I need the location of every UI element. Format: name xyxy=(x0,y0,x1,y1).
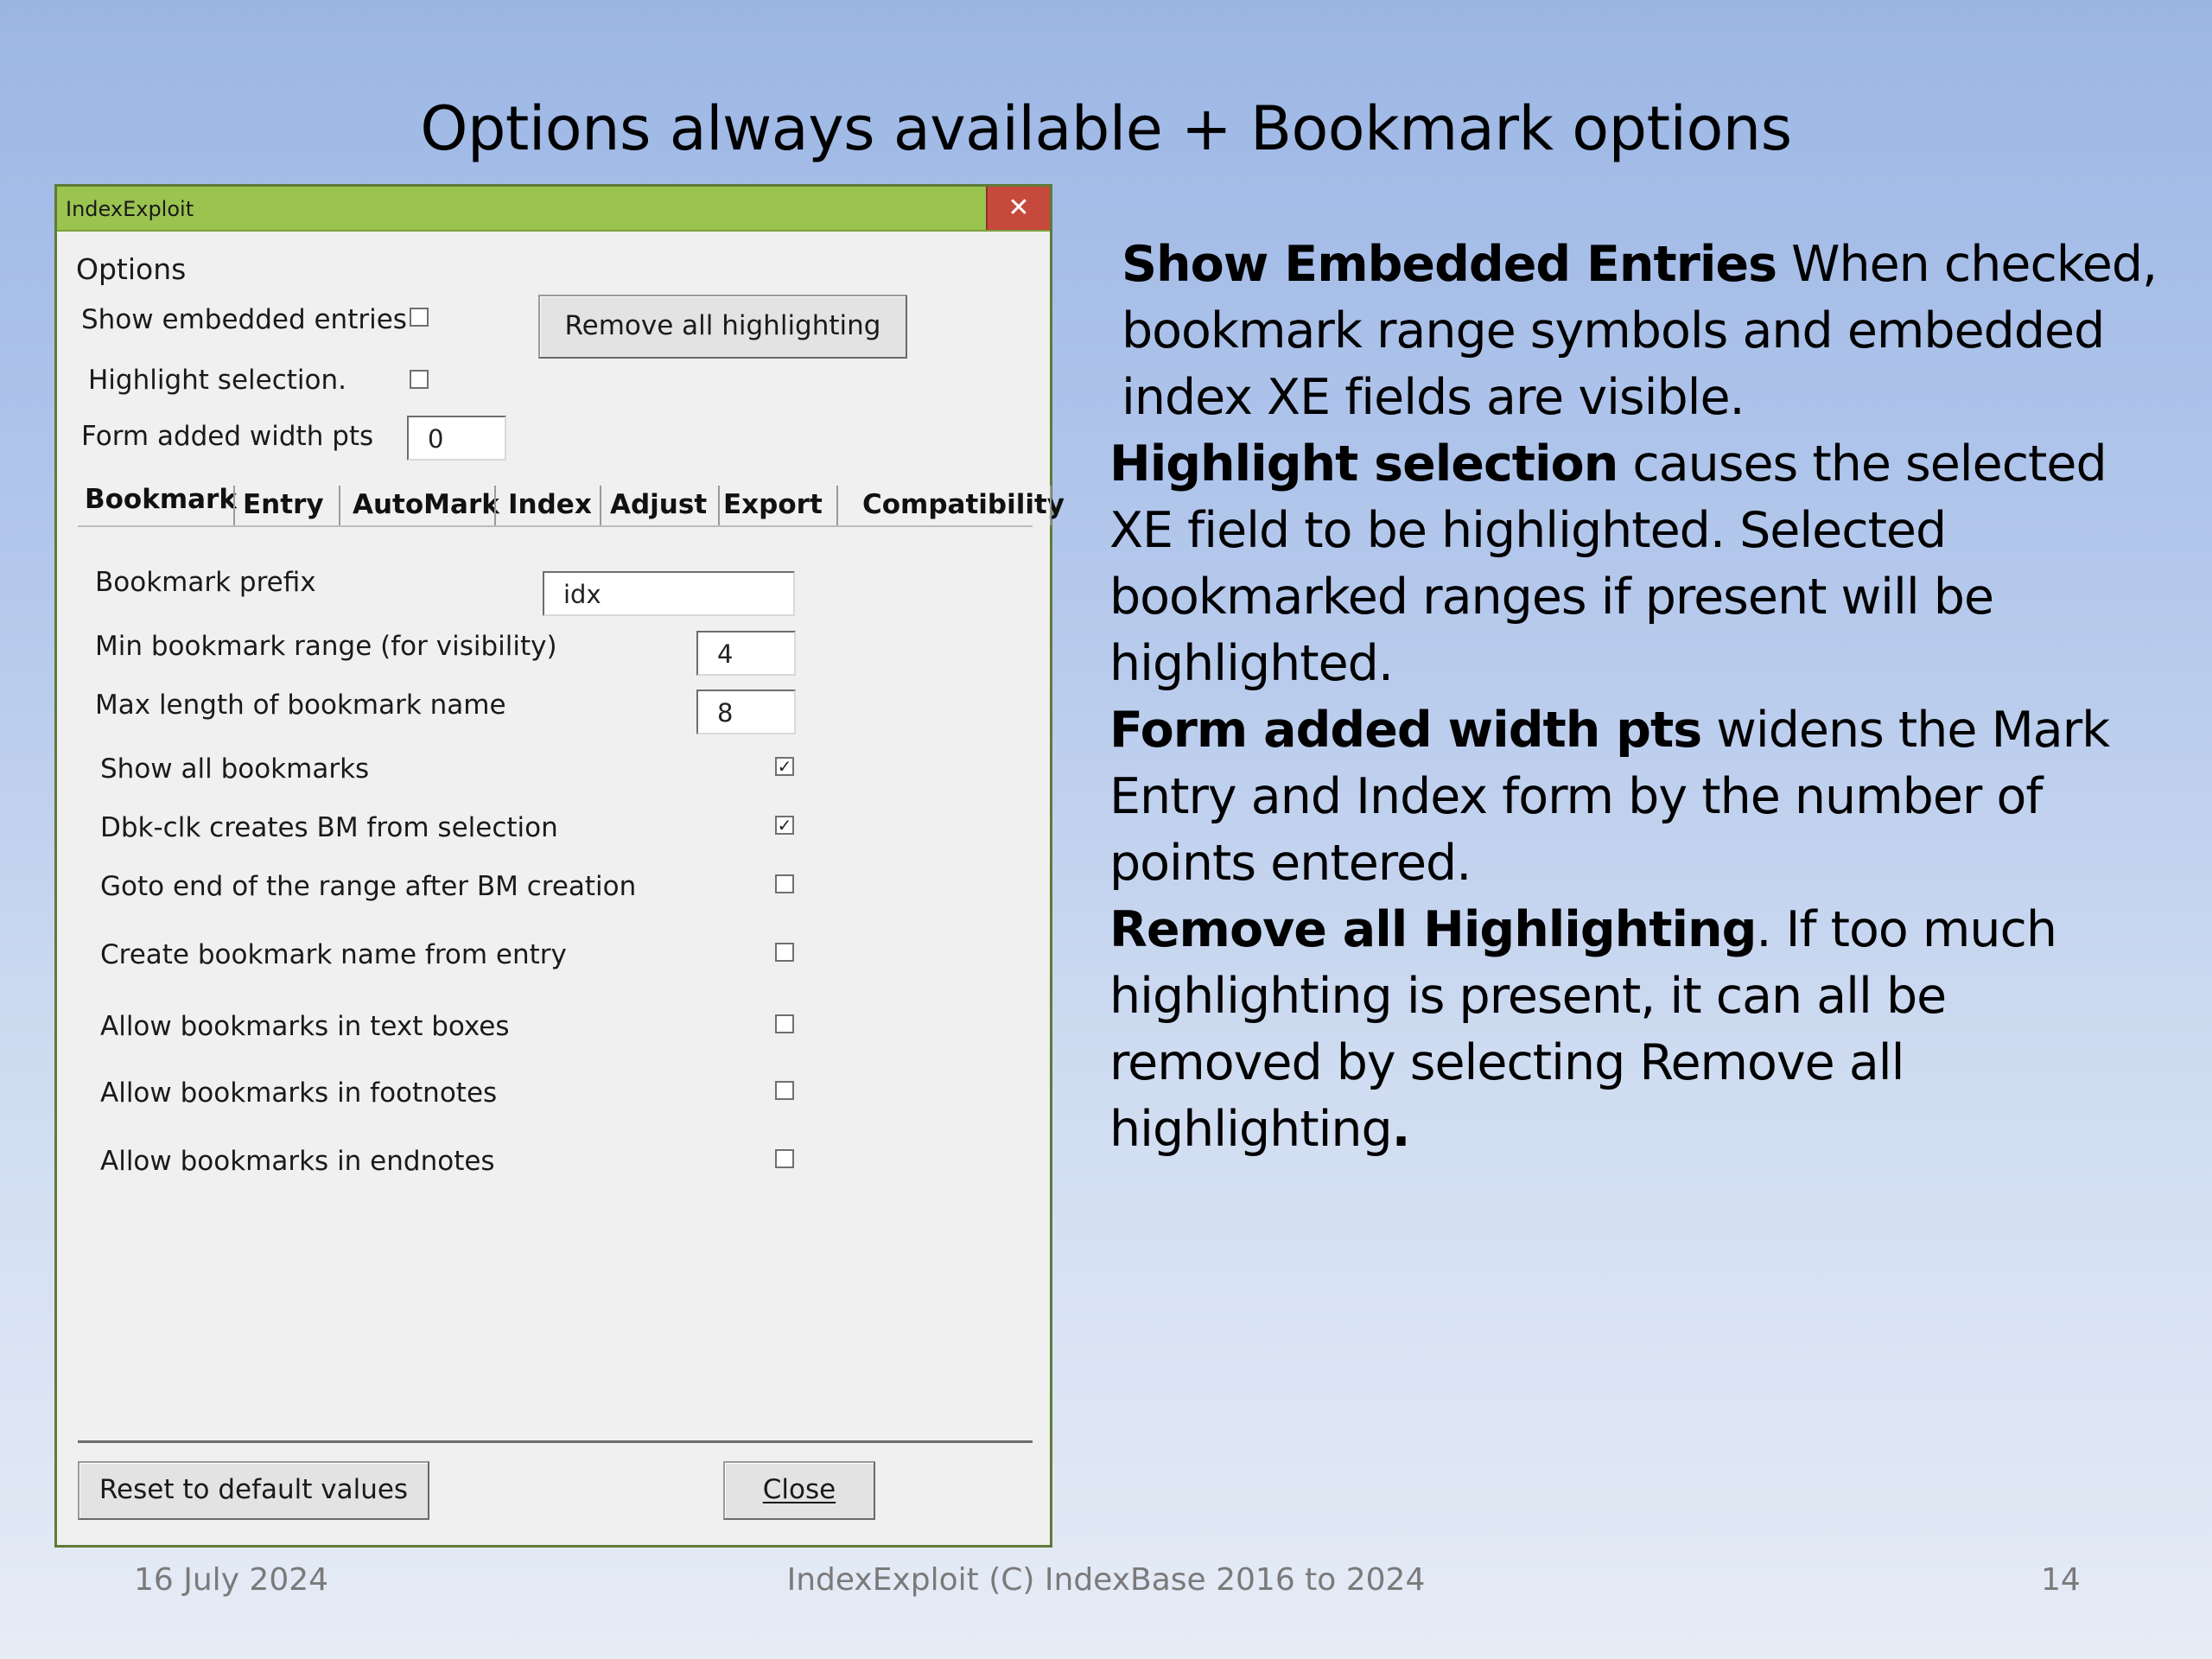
description-highlight-selection: Highlight selection causes the selected … xyxy=(1109,435,2107,692)
show-all-bookmarks-checkbox[interactable]: ✓ xyxy=(775,757,794,776)
indexexploit-dialog: IndexExploit ✕ Options Show embedded ent… xyxy=(54,184,1065,1548)
term-highlight-selection: Highlight selection xyxy=(1109,435,1618,493)
close-icon[interactable]: ✕ xyxy=(986,187,1050,230)
endnotes-checkbox[interactable] xyxy=(775,1149,794,1168)
check-label-dbk-clk: Dbk-clk creates BM from selection xyxy=(100,812,558,843)
description-form-width: Form added width pts widens the Mark Ent… xyxy=(1109,702,2110,892)
min-range-input[interactable]: 4 xyxy=(696,631,796,676)
term-form-width: Form added width pts xyxy=(1109,702,1702,759)
tab-index[interactable]: Index xyxy=(508,480,592,527)
goto-end-checkbox[interactable] xyxy=(775,874,794,893)
slide-title: Options always available + Bookmark opti… xyxy=(420,93,1792,164)
dbk-clk-checkbox[interactable]: ✓ xyxy=(775,816,794,835)
check-label-endnotes: Allow bookmarks in endnotes xyxy=(100,1146,495,1177)
tab-separator xyxy=(339,486,340,525)
show-embedded-checkbox[interactable] xyxy=(410,308,429,327)
description-remove-highlighting: Remove all Highlighting. If too much hig… xyxy=(1109,901,2057,1158)
reset-defaults-button[interactable]: Reset to default values xyxy=(78,1461,429,1520)
tab-separator xyxy=(233,486,235,525)
tab-separator xyxy=(1050,486,1052,525)
form-width-label: Form added width pts xyxy=(81,421,374,452)
tab-entry[interactable]: Entry xyxy=(243,480,324,527)
description-text: Show Embedded Entries When checked, book… xyxy=(1109,232,2164,1163)
check-label-show-all-bookmarks: Show all bookmarks xyxy=(100,753,370,785)
term-show-embedded: Show Embedded Entries xyxy=(1122,236,1777,293)
form-width-input[interactable]: 0 xyxy=(407,416,506,461)
tab-separator xyxy=(836,486,838,525)
term-remove-highlighting: Remove all Highlighting xyxy=(1109,901,1757,958)
text-boxes-checkbox[interactable] xyxy=(775,1014,794,1033)
max-length-label: Max length of bookmark name xyxy=(95,690,506,721)
bookmark-prefix-input[interactable]: idx xyxy=(543,571,795,616)
tab-compatibility[interactable]: Compatibility xyxy=(862,480,1065,527)
tab-separator xyxy=(600,486,601,525)
page-number: 14 xyxy=(2041,1562,2081,1598)
tab-automark[interactable]: AutoMark xyxy=(353,480,499,527)
bookmark-prefix-label: Bookmark prefix xyxy=(95,567,316,598)
options-heading: Options xyxy=(76,252,187,286)
name-from-entry-checkbox[interactable] xyxy=(775,943,794,962)
tab-adjust[interactable]: Adjust xyxy=(610,480,707,527)
show-embedded-label: Show embedded entries xyxy=(81,304,407,335)
max-length-input[interactable]: 8 xyxy=(696,690,796,734)
tab-bookmark[interactable]: Bookmark xyxy=(85,475,237,525)
check-label-name-from-entry: Create bookmark name from entry xyxy=(100,939,567,970)
check-label-footnotes: Allow bookmarks in footnotes xyxy=(100,1077,498,1109)
footer-copyright: IndexExploit (C) IndexBase 2016 to 2024 xyxy=(786,1562,1426,1598)
dialog-titlebar[interactable]: IndexExploit ✕ xyxy=(57,187,1050,232)
dialog-title: IndexExploit xyxy=(66,197,194,221)
description-show-embedded: Show Embedded Entries When checked, book… xyxy=(1122,236,2158,426)
bookmark-tab-panel: Bookmark prefix idx Min bookmark range (… xyxy=(78,527,1033,1443)
footnotes-checkbox[interactable] xyxy=(775,1081,794,1100)
tab-bar: Bookmark Entry AutoMark Index Adjust Exp… xyxy=(78,480,1065,527)
highlight-selection-label: Highlight selection. xyxy=(88,365,346,396)
tab-export[interactable]: Export xyxy=(723,480,823,527)
tab-separator xyxy=(718,486,720,525)
close-button[interactable]: Close xyxy=(723,1461,875,1520)
remove-highlighting-button[interactable]: Remove all highlighting xyxy=(538,295,907,359)
highlight-selection-checkbox[interactable] xyxy=(410,370,429,389)
min-range-label: Min bookmark range (for visibility) xyxy=(95,631,557,662)
tab-separator xyxy=(494,486,496,525)
check-label-text-boxes: Allow bookmarks in text boxes xyxy=(100,1011,510,1042)
check-label-goto-end: Goto end of the range after BM creation xyxy=(100,871,637,902)
